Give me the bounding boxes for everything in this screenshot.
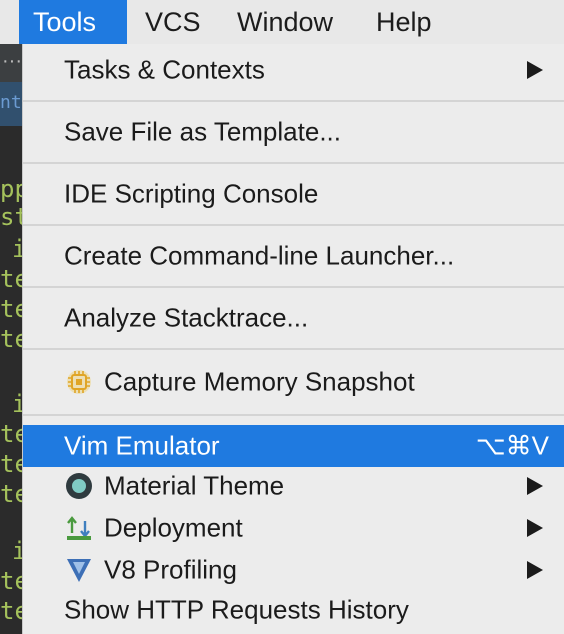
code-fragment: te [0, 480, 22, 508]
code-fragment: te [0, 450, 22, 478]
editor-tab-text: nt [0, 92, 22, 113]
menubar: Tools VCS Window Help [0, 0, 564, 45]
code-fragment: te [0, 420, 22, 448]
menubar-window[interactable]: Window [223, 0, 347, 44]
submenu-arrow-icon [527, 61, 543, 79]
menu-item-label: Material Theme [104, 470, 285, 501]
menu-item-save-file-as-template[interactable]: Save File as Template... [23, 110, 564, 154]
code-fragment: te [0, 295, 22, 323]
menu-item-ide-scripting-console[interactable]: IDE Scripting Console [23, 172, 564, 216]
code-fragment: i [12, 235, 22, 263]
menu-item-label: Capture Memory Snapshot [104, 366, 415, 397]
code-fragment: te [0, 325, 22, 353]
editor-tab[interactable]: nt [0, 82, 22, 126]
menu-item-capture-memory-snapshot[interactable]: Capture Memory Snapshot [23, 360, 564, 404]
menu-separator [23, 100, 564, 102]
menu-separator [23, 162, 564, 164]
submenu-arrow-icon [527, 477, 543, 495]
memory-chip-icon [64, 367, 94, 397]
menu-item-label: Deployment [104, 512, 243, 543]
menu-item-show-http-requests-history[interactable]: Show HTTP Requests History [23, 590, 564, 630]
menu-separator [23, 286, 564, 288]
menu-separator [23, 348, 564, 350]
menu-item-vim-emulator[interactable]: Vim Emulator ⌥⌘V [23, 425, 564, 467]
menubar-tools[interactable]: Tools [19, 0, 127, 44]
menu-item-deployment[interactable]: Deployment [23, 508, 564, 548]
code-fragment: i [12, 390, 22, 418]
deployment-icon [64, 513, 94, 543]
menubar-help[interactable]: Help [362, 0, 446, 44]
menu-item-label: Tasks & Contexts [64, 54, 265, 85]
menu-separator [23, 414, 564, 416]
shortcut-label: ⌥⌘V [475, 430, 549, 461]
submenu-arrow-icon [527, 561, 543, 579]
submenu-arrow-icon [527, 519, 543, 537]
menu-item-v8-profiling[interactable]: V8 Profiling [23, 550, 564, 590]
editor-toolbar: ··· [0, 44, 22, 82]
menu-item-label: Vim Emulator [64, 430, 220, 461]
code-fragment: st [0, 203, 22, 231]
menu-item-label: Create Command-line Launcher... [64, 240, 455, 271]
more-icon: ··· [2, 50, 22, 72]
editor-background: ··· nt pp st i te te te i te te te i te … [0, 44, 22, 634]
material-theme-icon [64, 471, 94, 501]
code-fragment: pp [0, 175, 22, 203]
menu-item-label: Save File as Template... [64, 116, 341, 147]
menu-item-label: Show HTTP Requests History [64, 594, 409, 625]
code-fragment: te [0, 265, 22, 293]
menu-item-create-command-line-launcher[interactable]: Create Command-line Launcher... [23, 234, 564, 278]
menu-item-tasks-contexts[interactable]: Tasks & Contexts [23, 48, 564, 92]
tools-dropdown-menu: Tasks & Contexts Save File as Template..… [22, 44, 564, 634]
code-fragment: te [0, 567, 22, 595]
menu-item-material-theme[interactable]: Material Theme [23, 466, 564, 506]
code-fragment: te [0, 597, 22, 625]
v8-icon [64, 555, 94, 585]
code-fragment: i [12, 537, 22, 565]
menu-item-label: Analyze Stacktrace... [64, 302, 309, 333]
menu-item-analyze-stacktrace[interactable]: Analyze Stacktrace... [23, 296, 564, 340]
menu-item-label: V8 Profiling [104, 554, 237, 585]
menubar-vcs[interactable]: VCS [131, 0, 215, 44]
menu-item-label: IDE Scripting Console [64, 178, 319, 209]
menu-separator [23, 224, 564, 226]
